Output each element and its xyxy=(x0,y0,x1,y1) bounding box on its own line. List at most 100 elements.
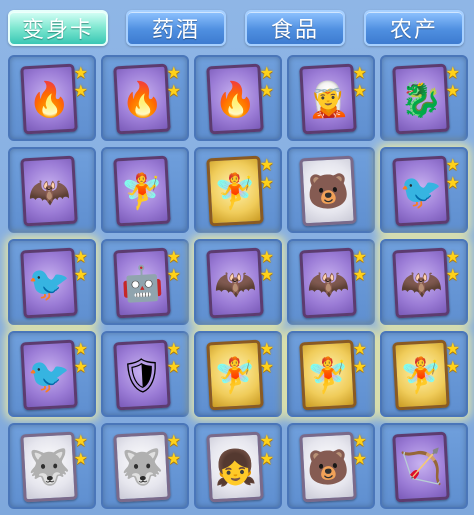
mech-card-icon: 🤖 xyxy=(119,263,165,306)
transform-card: 🔥 xyxy=(206,63,264,135)
inventory-slot[interactable]: 🔥 ★ ★ xyxy=(194,55,282,141)
star-icon: ★ xyxy=(445,63,460,82)
transform-card: 🐻 xyxy=(299,431,357,503)
phoenix-card-icon: 🐦 xyxy=(26,355,72,398)
star-rating: ★ ★ xyxy=(167,65,181,99)
fire-monster-card-icon: 🔥 xyxy=(119,79,165,122)
star-rating: ★ ★ xyxy=(260,341,274,375)
transform-card: 🧚 xyxy=(299,339,357,411)
fairy-card-icon: 🧚 xyxy=(119,171,165,214)
inventory-slot[interactable]: 🐺 ★ ★ xyxy=(101,423,189,509)
inventory-slot[interactable]: 🦇 ★ ★ xyxy=(287,239,375,325)
dragon-card-icon: 🐉 xyxy=(398,79,444,122)
inventory-slot[interactable]: 🔥 ★ ★ xyxy=(8,55,96,141)
tab-food[interactable]: 食品 xyxy=(245,10,345,46)
star-rating: ★ ★ xyxy=(167,341,181,375)
inventory-slot[interactable]: 🤖 ★ ★ xyxy=(101,239,189,325)
tab-transform-card[interactable]: 变身卡 xyxy=(8,10,108,46)
inventory-slot[interactable]: 🧚 ★ ★ xyxy=(194,147,282,233)
inventory-slot[interactable]: 👧 ★ ★ xyxy=(194,423,282,509)
transform-card: 👧 xyxy=(206,431,264,503)
bat-creature-card-icon: 🦇 xyxy=(305,263,351,306)
inventory-slot[interactable]: 🐻 xyxy=(287,147,375,233)
transform-card: 🐻 xyxy=(299,155,357,227)
star-icon: ★ xyxy=(166,339,181,358)
star-rating: ★ ★ xyxy=(446,65,460,99)
transform-card: 🧚 xyxy=(206,155,264,227)
star-rating: ★ ★ xyxy=(260,157,274,191)
transform-card: 🐦 xyxy=(392,155,450,227)
fairy-girl-card-icon: 🧚 xyxy=(212,171,258,214)
star-icon: ★ xyxy=(259,63,274,82)
star-rating: ★ ★ xyxy=(260,249,274,283)
star-rating: ★ ★ xyxy=(74,433,88,467)
star-icon: ★ xyxy=(445,357,460,376)
transform-card: 🔥 xyxy=(20,63,78,135)
star-rating: ★ ★ xyxy=(74,65,88,99)
star-rating: ★ ★ xyxy=(353,249,367,283)
inventory-slot[interactable]: 🐦 ★ ★ xyxy=(8,239,96,325)
star-icon: ★ xyxy=(73,247,88,266)
star-icon: ★ xyxy=(352,339,367,358)
inventory-slot[interactable]: 🧝 ★ ★ xyxy=(287,55,375,141)
inventory-slot[interactable]: 🧚 ★ ★ xyxy=(194,331,282,417)
transform-card: 🐦 xyxy=(20,247,78,319)
star-icon: ★ xyxy=(259,449,274,468)
star-icon: ★ xyxy=(259,265,274,284)
bear-card-icon: 🐻 xyxy=(305,447,351,490)
star-icon: ★ xyxy=(259,339,274,358)
bat-creature-card-icon: 🦇 xyxy=(398,263,444,306)
fire-monster-card-icon: 🔥 xyxy=(212,79,258,122)
inventory-slot[interactable]: 🔥 ★ ★ xyxy=(101,55,189,141)
transform-card: 🐺 xyxy=(20,431,78,503)
transform-card: 🔥 xyxy=(113,63,171,135)
inventory-slot[interactable]: 🐦 ★ ★ xyxy=(8,331,96,417)
star-icon: ★ xyxy=(259,155,274,174)
star-icon: ★ xyxy=(73,81,88,100)
transform-card: 🦇 xyxy=(206,247,264,319)
fairy-girl-card-icon: 🧚 xyxy=(305,355,351,398)
transform-card: 🧚 xyxy=(392,339,450,411)
inventory-slot[interactable]: 🦇 ★ ★ xyxy=(380,239,468,325)
tab-farm-produce[interactable]: 农产 xyxy=(364,10,464,46)
inventory-slot[interactable]: 🦇 ★ ★ xyxy=(194,239,282,325)
transform-card: 🧝 xyxy=(299,63,357,135)
star-rating: ★ ★ xyxy=(260,65,274,99)
category-tabs: 变身卡 药酒 食品 农产 xyxy=(0,0,474,54)
inventory-slot[interactable]: 🐉 ★ ★ xyxy=(380,55,468,141)
transform-card: 🦇 xyxy=(392,247,450,319)
inventory-slot[interactable]: 🧚 ★ ★ xyxy=(380,331,468,417)
star-icon: ★ xyxy=(73,63,88,82)
fairy-girl-card-icon: 🧚 xyxy=(212,355,258,398)
star-icon: ★ xyxy=(445,339,460,358)
armored-warrior-card-icon: 🧝 xyxy=(305,79,351,122)
star-icon: ★ xyxy=(166,449,181,468)
tab-medicine-wine[interactable]: 药酒 xyxy=(126,10,226,46)
inventory-slot[interactable]: 🐻 ★ ★ xyxy=(287,423,375,509)
bat-creature-card-icon: 🦇 xyxy=(26,171,72,214)
inventory-slot[interactable]: 🐺 ★ ★ xyxy=(8,423,96,509)
star-rating: ★ ★ xyxy=(74,249,88,283)
inventory-slot[interactable]: 🦇 xyxy=(8,147,96,233)
archer-card-icon: 🏹 xyxy=(398,447,444,490)
knight-card-icon: 🛡 xyxy=(119,355,165,398)
star-icon: ★ xyxy=(166,265,181,284)
inventory-slot[interactable]: 🛡 ★ ★ xyxy=(101,331,189,417)
star-icon: ★ xyxy=(445,247,460,266)
star-rating: ★ ★ xyxy=(353,433,367,467)
transform-card: 🧚 xyxy=(113,155,171,227)
star-icon: ★ xyxy=(259,173,274,192)
inventory-slot[interactable]: 🐦 ★ ★ xyxy=(380,147,468,233)
star-icon: ★ xyxy=(73,339,88,358)
inventory-slot[interactable]: 🧚 xyxy=(101,147,189,233)
inventory-slot[interactable]: 🏹 xyxy=(380,423,468,509)
star-icon: ★ xyxy=(166,81,181,100)
inventory-slot[interactable]: 🧚 ★ ★ xyxy=(287,331,375,417)
star-icon: ★ xyxy=(352,247,367,266)
star-icon: ★ xyxy=(73,265,88,284)
star-icon: ★ xyxy=(352,63,367,82)
transform-card: 🧚 xyxy=(206,339,264,411)
star-icon: ★ xyxy=(259,81,274,100)
star-rating: ★ ★ xyxy=(260,433,274,467)
star-rating: ★ ★ xyxy=(167,249,181,283)
